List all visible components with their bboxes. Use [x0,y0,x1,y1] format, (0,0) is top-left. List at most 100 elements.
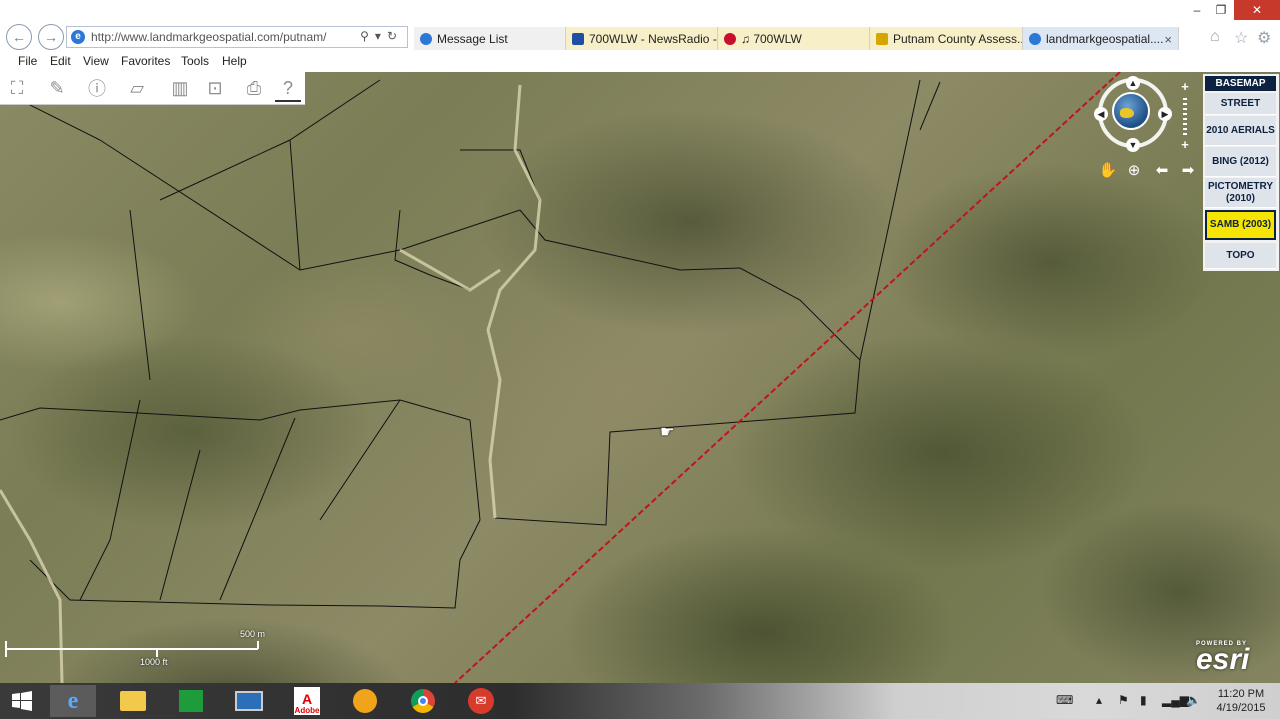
basemap-panel: BASEMAP STREET 2010 AERIALS BING (2012) … [1203,74,1279,271]
zoom-scale[interactable] [1183,98,1187,138]
browser-chrome: ← → e http://www.landmarkgeospatial.com/… [0,0,1280,51]
menu-bar: File Edit View Favorites Tools Help [0,50,1280,73]
pan-left-icon[interactable]: ◀ [1094,107,1108,121]
adobe-icon[interactable]: A Adobe [287,685,327,717]
network-signal-icon[interactable]: ▂▄▆ [1162,693,1189,707]
menu-edit[interactable]: Edit [50,54,71,68]
settings-gear-icon[interactable]: ⚙ [1257,28,1271,48]
file-explorer-icon[interactable] [113,685,153,717]
zoom-slider[interactable]: + + [1178,80,1192,152]
address-url[interactable]: http://www.landmarkgeospatial.com/putnam… [91,30,326,44]
tab-label: 700WLW - NewsRadio -... [589,32,718,46]
parcel-tool-icon[interactable]: ▥ [167,76,193,100]
forward-arrow-icon: → [44,29,58,45]
favorites-star-icon[interactable]: ☆ [1234,28,1248,48]
menu-help[interactable]: Help [222,54,247,68]
zoom-box-icon[interactable]: ⊕ [1124,162,1144,180]
hand-cursor-icon: ☛ [660,424,675,441]
zoom-in-icon[interactable]: + [1178,80,1192,94]
tab-label: Message List [437,32,508,46]
pan-up-icon[interactable]: ▲ [1126,76,1140,90]
keyboard-icon[interactable]: ⌨ [1056,693,1073,707]
basemap-samb-2003[interactable]: SAMB (2003) [1205,210,1276,240]
basemap-pictometry-2010[interactable]: PICTOMETRY (2010) [1205,178,1276,208]
clock-date: 4/19/2015 [1216,702,1266,714]
menu-file[interactable]: File [18,54,37,68]
aerial-map[interactable]: ☛ [0,72,1280,683]
basemap-2010-aerials[interactable]: 2010 AERIALS [1205,116,1276,146]
bookmark-icon [876,33,888,45]
minimize-button[interactable]: – [1186,0,1208,20]
menu-tools[interactable]: Tools [181,54,209,68]
taskbar: e A Adobe ✉ ⌨ ▴ ⚑ ▮ ▂▄▆ 🔈 [0,683,1280,719]
menu-view[interactable]: View [83,54,109,68]
adobe-label: Adobe [294,706,320,715]
esri-logo-text: esri [1196,643,1250,676]
tab-label: Putnam County Assess... [893,32,1023,46]
restore-button[interactable]: ❐ [1210,0,1232,20]
volume-icon[interactable]: 🔈 [1186,693,1201,707]
chrome-icon[interactable] [403,685,443,717]
forward-button[interactable]: → [38,24,64,50]
ie-page-icon [1029,33,1041,45]
internet-explorer-icon[interactable]: e [50,685,96,717]
action-center-flag-icon[interactable]: ⚑ [1118,693,1129,707]
esri-logo: POWERED BY esri [1196,641,1250,676]
draw-tool-icon[interactable]: ▱ [124,76,150,100]
pan-down-icon[interactable]: ▼ [1126,138,1140,152]
tab-message-list[interactable]: Message List [414,27,566,51]
layers-tool-icon[interactable]: ⛶ [4,76,30,100]
tab-landmarkgeospatial[interactable]: landmarkgeospatial.... × [1023,27,1179,51]
map-navigation-widget: ▲ ▼ ◀ ▶ + + ✋ ⊕ ⬅ ➡ [1094,76,1204,186]
dropdown-icon[interactable]: ▾ [375,29,387,43]
close-window-button[interactable]: ✕ [1234,0,1280,20]
scale-imperial: 1000 ft [140,657,168,667]
tab-700wlw[interactable]: ♫ 700WLW [718,27,870,51]
globe-icon[interactable] [1112,92,1150,130]
scale-bar-lines [5,641,259,657]
print-tool-icon[interactable]: ⎙ [241,76,267,100]
mail-icon[interactable]: ✉ [461,685,501,717]
system-clock[interactable]: 11:20 PM 4/19/2015 [1208,687,1274,715]
show-hidden-icons-icon[interactable]: ▴ [1096,693,1102,707]
zoom-out-icon[interactable]: + [1178,138,1192,152]
pan-hand-icon[interactable]: ✋ [1098,162,1118,180]
ie-page-icon [420,33,432,45]
pan-right-icon[interactable]: ▶ [1158,107,1172,121]
back-arrow-icon: ← [12,29,26,45]
next-extent-icon[interactable]: ➡ [1178,162,1198,180]
tab-label: ♫ 700WLW [741,32,802,46]
windows-start-icon[interactable] [2,685,42,717]
clock-time: 11:20 PM [1217,688,1265,700]
basemap-bing-2012[interactable]: BING (2012) [1205,147,1276,177]
measure-tool-icon[interactable]: ✎ [44,76,70,100]
address-bar[interactable]: e http://www.landmarkgeospatial.com/putn… [66,26,408,48]
back-button[interactable]: ← [6,24,32,50]
audio-player-icon[interactable] [345,685,385,717]
store-icon[interactable] [171,685,211,717]
legend-tool-icon[interactable]: ⊡ [202,76,228,100]
refresh-icon[interactable]: ↻ [387,29,403,43]
remote-desktop-icon[interactable] [229,685,269,717]
tab-700wlw-newsradio[interactable]: 700WLW - NewsRadio -... [566,27,718,51]
close-tab-icon[interactable]: × [1164,32,1172,47]
menu-favorites[interactable]: Favorites [121,54,170,68]
home-icon[interactable]: ⌂ [1210,28,1220,46]
basemap-street[interactable]: STREET [1205,93,1276,115]
tab-putnam-county-assessor[interactable]: Putnam County Assess... [870,27,1023,51]
basemap-topo[interactable]: TOPO [1205,243,1276,269]
tab-label: landmarkgeospatial.... [1046,32,1164,46]
previous-extent-icon[interactable]: ⬅ [1152,162,1172,180]
info-tool-icon[interactable]: ⓘ [84,76,110,100]
power-icon[interactable]: ▮ [1140,693,1147,707]
iheart-icon [724,33,736,45]
parcel-lines [0,72,1121,683]
map-toolbar: ⛶ ✎ ⓘ ▱ ▥ ⊡ ⎙ ? [0,72,305,105]
ie-page-icon: e [71,30,85,44]
scale-metric: 500 m [240,629,266,639]
scale-bar: 500 m 1000 ft [0,629,270,671]
search-icon[interactable]: ⚲ [360,29,375,43]
station-icon [572,33,584,45]
address-controls: ⚲▾↻ [360,29,403,43]
help-tool-icon[interactable]: ? [275,76,301,102]
